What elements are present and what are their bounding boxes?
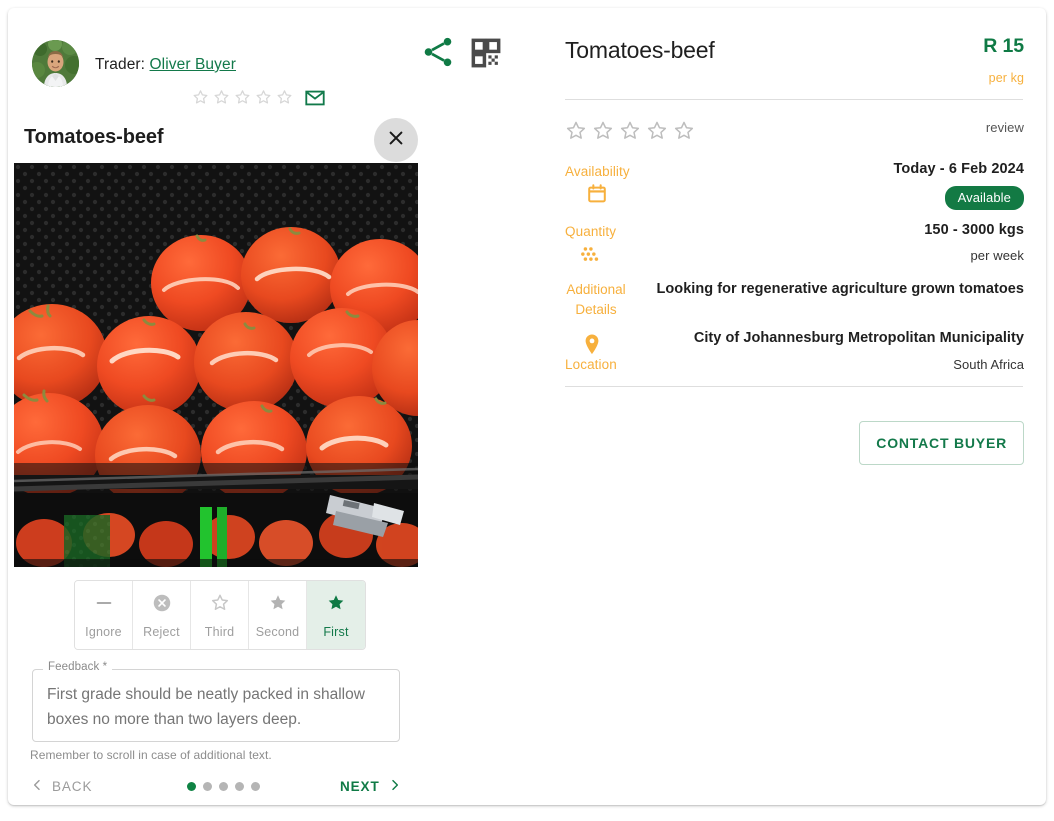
location-label: Location — [565, 357, 617, 372]
page-dot-1[interactable] — [187, 782, 196, 791]
star-outline-icon[interactable] — [618, 119, 642, 143]
page-dot-4[interactable] — [235, 782, 244, 791]
grade-label: Second — [255, 624, 300, 639]
grade-label: Reject — [143, 624, 180, 639]
grade-label: First — [323, 624, 349, 639]
next-button[interactable]: NEXT — [340, 776, 402, 797]
review-label[interactable]: review — [986, 120, 1024, 135]
close-button[interactable] — [374, 118, 418, 162]
chevron-right-icon — [388, 776, 402, 797]
star-filled-grey-icon — [267, 592, 289, 619]
trader-label: Trader: Oliver Buyer — [95, 56, 236, 74]
divider-top — [565, 99, 1023, 100]
contact-buyer-button[interactable]: CONTACT BUYER — [859, 421, 1024, 465]
listing-card: Trader: Oliver Buyer Tomatoes-beef Ignor… — [8, 8, 1046, 805]
dash-icon — [93, 592, 115, 619]
star-outline-icon[interactable] — [212, 88, 231, 107]
grade-selector[interactable]: Ignore Reject Third Second First — [74, 580, 366, 650]
calendar-icon — [586, 183, 608, 205]
status-badge: Available — [944, 186, 1024, 210]
star-outline-icon[interactable] — [191, 88, 210, 107]
listing-price-unit: per kg — [988, 71, 1024, 85]
quantity-value: 150 - 3000 kgs — [924, 222, 1024, 238]
trader-name-link[interactable]: Oliver Buyer — [150, 56, 236, 73]
page-dots[interactable] — [187, 782, 260, 791]
grade-button-first[interactable]: First — [307, 581, 365, 649]
additional-details-label-line1: Additional — [566, 282, 626, 297]
grade-button-second[interactable]: Second — [249, 581, 307, 649]
availability-label: Availability — [565, 164, 630, 179]
share-icon[interactable] — [419, 33, 457, 71]
back-label: BACK — [52, 779, 93, 794]
grade-label: Ignore — [85, 624, 122, 639]
page-dot-3[interactable] — [219, 782, 228, 791]
location-pin-icon — [583, 333, 601, 357]
feedback-input[interactable] — [45, 680, 385, 732]
star-filled-icon — [325, 592, 347, 619]
quantity-period: per week — [970, 248, 1024, 263]
additional-details-value: Looking for regenerative agriculture gro… — [656, 281, 1024, 297]
grade-button-third[interactable]: Third — [191, 581, 249, 649]
availability-value: Today - 6 Feb 2024 — [893, 161, 1024, 177]
right-panel: Tomatoes-beef R 15 per kg review — [542, 8, 1046, 805]
page-dot-2[interactable] — [203, 782, 212, 791]
trader-rating-stars[interactable] — [191, 88, 294, 107]
star-outline-icon[interactable] — [233, 88, 252, 107]
star-outline-icon[interactable] — [645, 119, 669, 143]
star-outline-icon[interactable] — [591, 119, 615, 143]
listing-price: R 15 — [983, 35, 1024, 57]
additional-details-label-line2: Details — [575, 302, 617, 317]
left-page-title: Tomatoes-beef — [24, 126, 164, 148]
star-outline-icon[interactable] — [275, 88, 294, 107]
chevron-left-icon — [30, 776, 44, 797]
star-outline-icon[interactable] — [254, 88, 273, 107]
product-photo — [14, 163, 418, 567]
listing-title: Tomatoes-beef — [565, 37, 715, 63]
star-outline-icon — [209, 592, 231, 619]
star-outline-icon[interactable] — [564, 119, 588, 143]
qr-code-icon[interactable] — [467, 34, 505, 72]
divider-bottom — [565, 386, 1023, 387]
app-screen: Trader: Oliver Buyer Tomatoes-beef Ignor… — [0, 0, 1054, 821]
next-label: NEXT — [340, 779, 380, 794]
email-icon[interactable] — [304, 87, 326, 109]
quantity-label: Quantity — [565, 224, 617, 239]
location-value: City of Johannesburg Metropolitan Munici… — [693, 330, 1024, 346]
cancel-circle-icon — [151, 592, 173, 619]
listing-rating-stars[interactable] — [564, 119, 696, 143]
avatar — [32, 40, 79, 87]
additional-details-label: Additional Details — [563, 280, 629, 320]
page-dot-5[interactable] — [251, 782, 260, 791]
left-panel: Trader: Oliver Buyer Tomatoes-beef Ignor… — [8, 8, 542, 805]
grade-button-reject[interactable]: Reject — [133, 581, 191, 649]
location-country: South Africa — [953, 357, 1024, 372]
quantity-dots-icon — [579, 244, 601, 266]
feedback-hint: Remember to scroll in case of additional… — [30, 748, 272, 762]
grade-button-ignore[interactable]: Ignore — [75, 581, 133, 649]
star-outline-icon[interactable] — [672, 119, 696, 143]
footer-nav: BACK NEXT — [8, 776, 428, 805]
feedback-legend: Feedback * — [43, 661, 113, 673]
back-button[interactable]: BACK — [30, 776, 92, 797]
grade-label: Third — [204, 624, 235, 639]
feedback-field[interactable]: Feedback * — [32, 661, 400, 742]
trader-label-text: Trader: — [95, 56, 146, 73]
close-icon — [386, 128, 406, 153]
